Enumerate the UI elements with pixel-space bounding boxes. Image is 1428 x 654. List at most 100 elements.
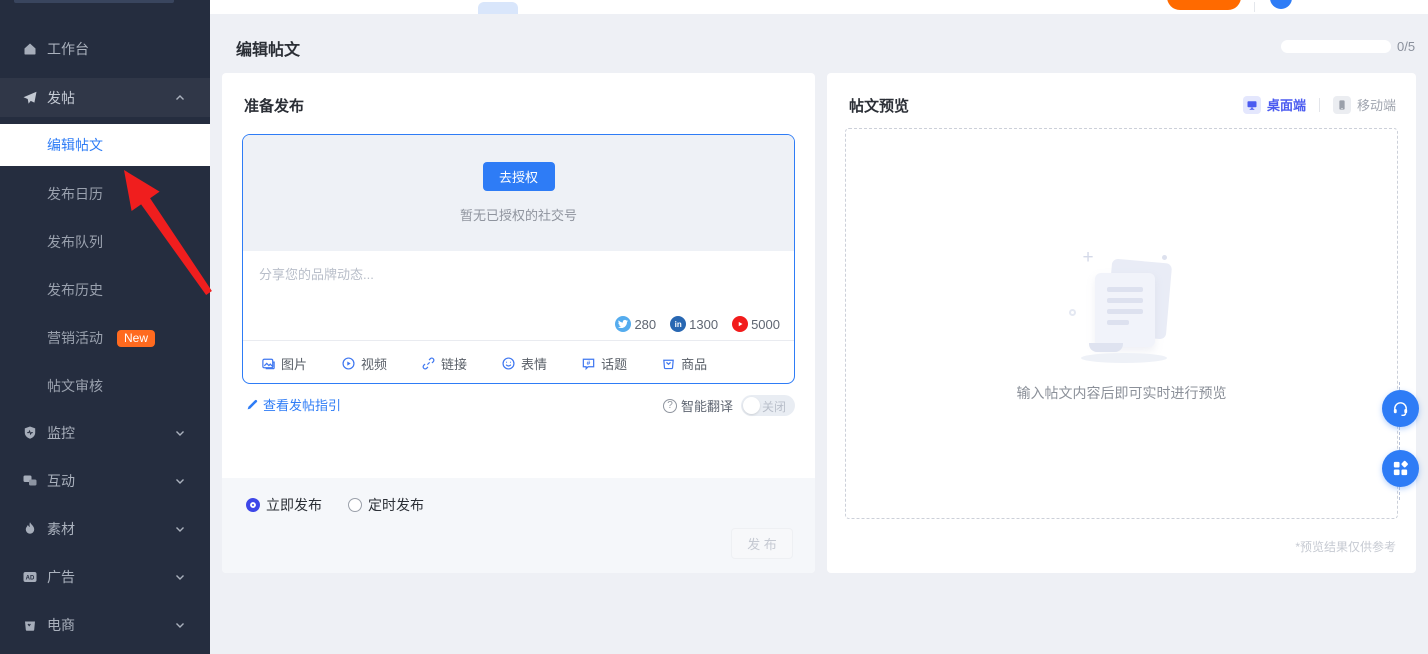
section-title: 准备发布 [244,95,304,116]
support-button[interactable] [1382,390,1419,427]
translate-toggle[interactable]: 关闭 [741,395,795,416]
sidebar-subitem-label: 发布日历 [47,184,103,204]
progress-bar [1281,40,1391,53]
sidebar-subitem-label: 编辑帖文 [47,135,103,155]
posting-guide-link[interactable]: 查看发帖指引 [246,395,341,414]
ad-icon: AD [22,569,38,585]
youtube-counter: 5000 [732,316,780,332]
sidebar-item-interaction[interactable]: 互动 [0,462,210,500]
sidebar-item-monitor[interactable]: 监控 [0,414,210,452]
video-tool-button[interactable]: 视频 [341,354,387,373]
sidebar-subitem-label: 发布队列 [47,232,103,252]
youtube-count: 5000 [751,317,780,332]
image-tool-button[interactable]: 图片 [261,354,307,373]
sidebar-subitem-publish-queue[interactable]: 发布队列 [0,223,210,261]
page-curl [1089,343,1123,352]
hashtag-icon: # [581,356,596,371]
radio-publish-scheduled[interactable]: 定时发布 [348,495,424,515]
empty-state: + 输入帖文内容后即可实时进行预览 [846,247,1397,403]
tool-label: 链接 [441,354,467,373]
home-icon [22,41,38,57]
sidebar-item-label: 素材 [47,519,75,539]
linkedin-count: 1300 [689,317,718,332]
radio-unselected-icon [348,498,362,512]
preview-title: 帖文预览 [849,95,909,116]
sidebar-subitem-label: 帖文审核 [47,376,103,396]
headset-icon [1391,399,1410,418]
sidebar-item-workbench[interactable]: 工作台 [0,30,210,68]
sidebar-item-ecommerce[interactable]: 电商 [0,606,210,644]
sidebar-item-ads[interactable]: AD 广告 [0,558,210,596]
page-header: 编辑帖文 0/5 [210,14,1428,73]
editor-card: 准备发布 去授权 暂无已授权的社交号 分享您的品牌动态... 280 in [222,73,815,573]
product-icon [661,356,676,371]
sidebar-subitem-post-review[interactable]: 帖文审核 [0,367,210,405]
tab-label: 桌面端 [1267,95,1306,114]
topbar-divider [1254,2,1255,12]
link-tool-button[interactable]: 链接 [421,354,467,373]
empty-state-text: 输入帖文内容后即可实时进行预览 [1017,383,1227,403]
sidebar-subitem-edit-post[interactable]: 编辑帖文 [0,124,210,166]
compose-box: 去授权 暂无已授权的社交号 分享您的品牌动态... 280 in 1300 [242,134,795,384]
image-icon [261,356,276,371]
twitter-counter: 280 [615,316,656,332]
apps-button[interactable] [1382,450,1419,487]
chevron-up-icon [174,92,186,104]
link-icon [421,356,436,371]
avatar[interactable] [1270,0,1292,9]
illustration-shadow [1081,353,1167,363]
sidebar-item-post[interactable]: 发帖 [0,78,210,117]
linkedin-icon: in [670,316,686,332]
publish-button[interactable]: 发 布 [731,528,793,559]
composer-toolbar: 图片 视频 链接 表情 # 话题 [243,340,794,384]
sidebar-item-label: 广告 [47,567,75,587]
radio-publish-now[interactable]: 立即发布 [246,495,322,515]
chevron-down-icon [174,427,186,439]
sidebar-subitem-marketing-campaign[interactable]: 营销活动 New [0,319,210,357]
tab-divider [1319,98,1320,112]
grid-icon [1391,459,1410,478]
monitor-icon [1243,96,1261,114]
twitter-icon [615,316,631,332]
question-circle-icon: ? [663,399,677,413]
video-icon [341,356,356,371]
preview-card: 帖文预览 桌面端 移动端 + [827,73,1416,573]
no-account-text: 暂无已授权的社交号 [460,205,577,224]
post-content-input[interactable]: 分享您的品牌动态... 280 in 1300 [243,251,794,340]
translate-label: 智能翻译 [681,396,733,415]
new-badge: New [117,330,155,347]
sidebar-subitem-publish-calendar[interactable]: 发布日历 [0,175,210,213]
chat-icon [22,473,38,489]
tool-label: 视频 [361,354,387,373]
chevron-down-icon [174,619,186,631]
radio-label: 立即发布 [266,495,322,515]
sidebar: 工作台 发帖 编辑帖文 发布日历 发布队列 发布历史 营销活动 New 帖文审核… [0,0,210,654]
tab-mobile[interactable]: 移动端 [1333,95,1396,114]
radio-label: 定时发布 [368,495,424,515]
page-title: 编辑帖文 [236,36,300,60]
authorize-button[interactable]: 去授权 [483,162,555,191]
topbar-tab-remnant[interactable] [478,2,518,14]
phone-icon [1333,96,1351,114]
sidebar-subitem-publish-history[interactable]: 发布历史 [0,271,210,309]
publish-footer: 立即发布 定时发布 发 布 [222,478,815,573]
chevron-down-icon [174,571,186,583]
tool-label: 表情 [521,354,547,373]
publish-options: 立即发布 定时发布 [246,495,424,515]
sidebar-item-label: 工作台 [47,39,89,59]
hashtag-tool-button[interactable]: # 话题 [581,354,627,373]
radio-selected-icon [246,498,260,512]
tab-desktop[interactable]: 桌面端 [1243,95,1306,114]
emoji-tool-button[interactable]: 表情 [501,354,547,373]
smart-translate: ? 智能翻译 关闭 [663,395,795,416]
sidebar-item-label: 互动 [47,471,75,491]
product-tool-button[interactable]: 商品 [661,354,707,373]
sidebar-item-label: 发帖 [47,88,75,108]
preview-tabs: 桌面端 移动端 [1243,95,1396,114]
app-root: 工作台 发帖 编辑帖文 发布日历 发布队列 发布历史 营销活动 New 帖文审核… [0,0,1428,654]
dot-decoration [1162,255,1167,260]
progress-text: 0/5 [1397,39,1415,54]
topbar-orange-button[interactable] [1167,0,1241,10]
paper-plane-icon [22,90,38,106]
sidebar-item-material[interactable]: 素材 [0,510,210,548]
